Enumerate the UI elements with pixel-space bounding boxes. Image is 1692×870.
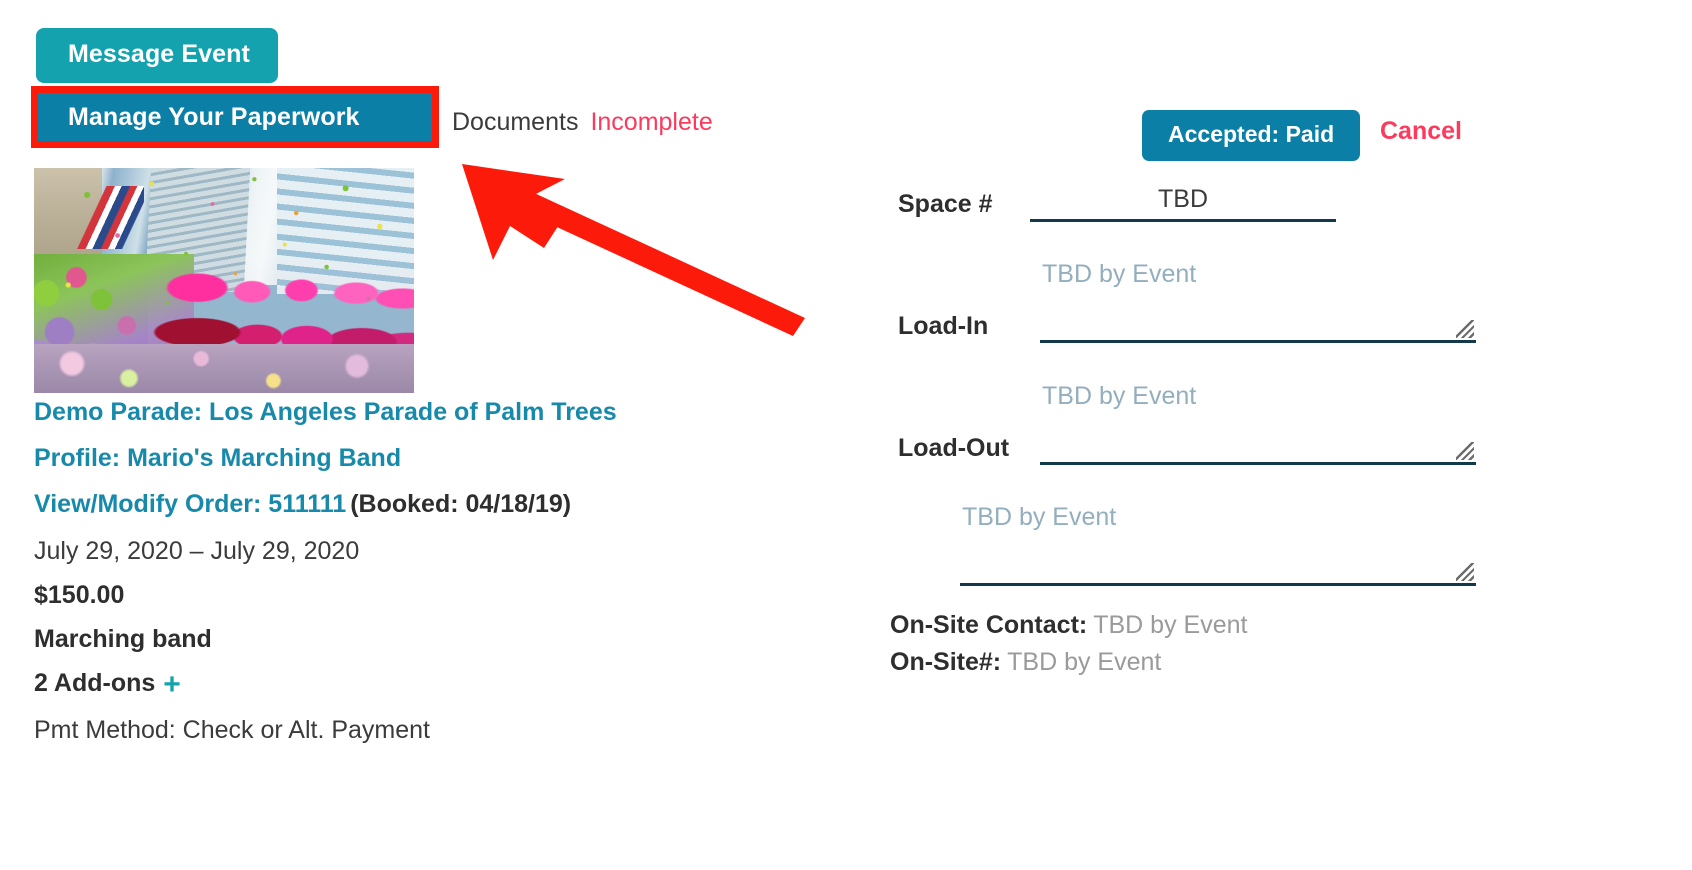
resize-grip-icon[interactable]	[1456, 563, 1474, 581]
annotation-arrow-icon	[462, 164, 805, 336]
resize-grip-icon[interactable]	[1456, 320, 1474, 338]
order-details-block: Demo Parade: Los Angeles Parade of Palm …	[34, 400, 854, 762]
message-event-button[interactable]: Message Event	[36, 28, 278, 83]
documents-label: Documents	[452, 108, 579, 136]
notes-placeholder: TBD by Event	[962, 503, 1117, 531]
left-column: Message Event Manage Your Paperwork	[31, 28, 836, 153]
photo-confetti	[34, 168, 414, 393]
notes-field-wrapper[interactable]: TBD by Event	[960, 503, 1476, 586]
on-site-contact-row: On-Site Contact: TBD by Event	[890, 613, 1247, 638]
on-site-number-row: On-Site#: TBD by Event	[890, 650, 1161, 675]
documents-status-row: Documents Incomplete	[452, 108, 713, 137]
on-site-number-value: TBD by Event	[1007, 648, 1162, 676]
load-out-field-wrapper[interactable]: TBD by Event	[1040, 382, 1476, 465]
view-modify-order-link[interactable]: View/Modify Order: 511111	[34, 490, 346, 518]
accepted-paid-button[interactable]: Accepted: Paid	[1142, 110, 1361, 161]
addons-count-label: 2 Add-ons	[34, 669, 156, 697]
order-item-name: Marching band	[34, 625, 212, 653]
load-in-label: Load-In	[898, 312, 989, 340]
profile-link[interactable]: Profile: Mario's Marching Band	[34, 446, 854, 471]
load-in-placeholder: TBD by Event	[1042, 260, 1197, 288]
on-site-contact-value: TBD by Event	[1093, 611, 1248, 639]
order-line: View/Modify Order: 511111 (Booked: 04/18/…	[34, 492, 854, 517]
manage-paperwork-row: Manage Your Paperwork	[31, 86, 836, 153]
event-title-link[interactable]: Demo Parade: Los Angeles Parade of Palm …	[34, 400, 854, 425]
resize-grip-icon[interactable]	[1456, 442, 1474, 460]
right-column: Accepted: Paid Cancel Space # Load-In TB…	[880, 0, 1692, 870]
parade-photo-thumbnail[interactable]	[34, 168, 414, 393]
space-number-input[interactable]	[1030, 186, 1336, 222]
load-out-label: Load-Out	[898, 434, 1010, 462]
order-booked-date: (Booked: 04/18/19)	[350, 490, 572, 518]
cancel-link[interactable]: Cancel	[1380, 117, 1462, 146]
payment-method-line: Pmt Method: Check or Alt. Payment	[34, 716, 430, 744]
addons-row: 2 Add-ons +	[34, 669, 854, 700]
order-amount: $150.00	[34, 581, 125, 609]
load-in-field-wrapper[interactable]: TBD by Event	[1040, 260, 1476, 343]
on-site-contact-label: On-Site Contact:	[890, 611, 1088, 639]
on-site-number-label: On-Site#:	[890, 648, 1002, 676]
documents-status-badge: Incomplete	[590, 108, 713, 136]
load-out-placeholder: TBD by Event	[1042, 382, 1197, 410]
order-date-range: July 29, 2020 – July 29, 2020	[34, 537, 360, 565]
space-number-label: Space #	[898, 190, 993, 218]
plus-icon[interactable]: +	[163, 668, 181, 701]
manage-your-paperwork-button[interactable]: Manage Your Paperwork	[38, 93, 432, 141]
